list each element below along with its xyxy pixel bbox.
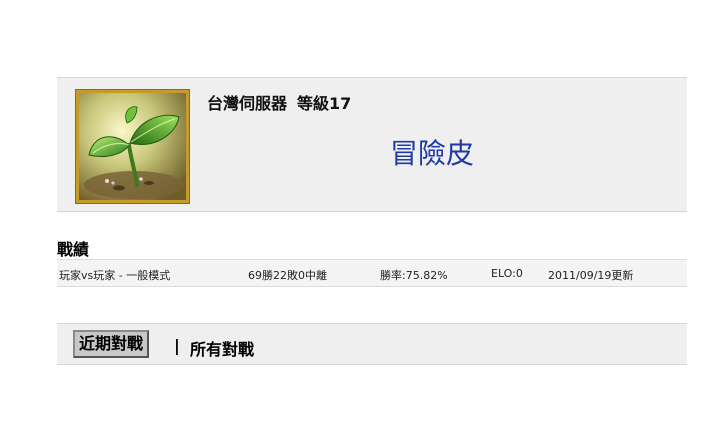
server-name: 台灣伺服器 <box>207 94 288 113</box>
server-level-line: 台灣伺服器 等級17 <box>207 90 351 114</box>
avatar <box>75 89 190 204</box>
stats-win-rate: 勝率:75.82% <box>380 269 448 282</box>
player-profile-panel: 台灣伺服器 等級17 冒險皮 <box>57 77 687 212</box>
tab-all-matches[interactable]: 所有對戰 <box>190 336 254 360</box>
stats-mode: 玩家vs玩家 - 一般模式 <box>59 269 171 282</box>
tab-separator: | <box>174 336 180 355</box>
match-tabs-bar: 近期對戰 | 所有對戰 <box>57 323 687 365</box>
stats-record: 69勝22敗0中離 <box>248 269 327 282</box>
stats-row: 玩家vs玩家 - 一般模式 69勝22敗0中離 勝率:75.82% ELO:0 … <box>57 259 687 287</box>
sprout-icon <box>79 93 186 200</box>
stats-heading: 戰績 <box>57 240 90 259</box>
tab-recent-matches[interactable]: 近期對戰 <box>73 330 150 358</box>
stats-updated: 2011/09/19更新 <box>548 269 634 282</box>
player-level: 等級17 <box>297 94 352 113</box>
player-name: 冒險皮 <box>389 137 474 170</box>
stats-elo: ELO:0 <box>491 267 523 280</box>
